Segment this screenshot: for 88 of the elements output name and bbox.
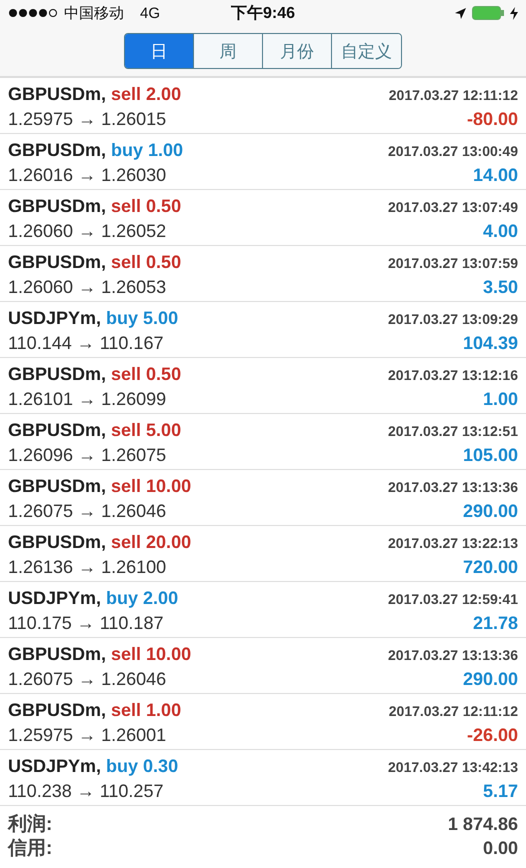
deal-symbol: GBPUSDm, bbox=[8, 84, 106, 104]
deal-prices: 110.238 → 110.257 bbox=[8, 781, 164, 802]
deal-row[interactable]: GBPUSDm, sell 10.00 2017.03.27 13:13:36 1.26075 → 1.26046 290.00 bbox=[0, 470, 526, 526]
deal-prices: 110.144 → 110.167 bbox=[8, 333, 164, 354]
deal-symbol: USDJPYm, bbox=[8, 588, 102, 608]
deal-time: 2017.03.27 12:59:41 bbox=[388, 591, 518, 607]
deal-prices: 1.26136 → 1.26100 bbox=[8, 557, 166, 578]
deal-row[interactable]: USDJPYm, buy 0.30 2017.03.27 13:42:13 110.238 → 110.257 5.17 bbox=[0, 750, 526, 806]
deal-time: 2017.03.27 12:11:12 bbox=[388, 703, 518, 719]
deal-prices: 1.26075 → 1.26046 bbox=[8, 669, 166, 690]
signal-icon bbox=[8, 8, 58, 18]
summary-label: 信用: bbox=[8, 837, 52, 861]
deal-symbol: GBPUSDm, bbox=[8, 252, 106, 272]
summary-label: 利润: bbox=[8, 812, 52, 837]
deal-order: buy 0.30 bbox=[106, 756, 178, 776]
deal-time: 2017.03.27 13:12:16 bbox=[388, 367, 518, 383]
deal-profit: 21.78 bbox=[472, 613, 518, 634]
deal-row[interactable]: USDJPYm, buy 5.00 2017.03.27 13:09:29 110.144 → 110.167 104.39 bbox=[0, 302, 526, 358]
deal-order: sell 0.50 bbox=[111, 196, 182, 216]
deal-profit: 14.00 bbox=[472, 165, 518, 186]
deal-order: buy 5.00 bbox=[106, 308, 178, 328]
deal-profit: 4.00 bbox=[482, 221, 518, 242]
summary-value: 1 874.86 bbox=[448, 814, 518, 834]
deal-order: sell 0.50 bbox=[111, 252, 182, 272]
deal-profit: 290.00 bbox=[462, 501, 518, 522]
battery-icon bbox=[472, 6, 504, 20]
deal-time: 2017.03.27 13:13:36 bbox=[388, 479, 518, 495]
summary-value: 0.00 bbox=[482, 838, 518, 858]
deal-prices: 1.26060 → 1.26052 bbox=[8, 221, 166, 242]
deal-row[interactable]: GBPUSDm, sell 10.00 2017.03.27 13:13:36 1.26075 → 1.26046 290.00 bbox=[0, 638, 526, 694]
deal-prices: 1.26016 → 1.26030 bbox=[8, 165, 166, 186]
carrier-name: 中国移动 bbox=[64, 4, 124, 22]
deal-row[interactable]: GBPUSDm, sell 0.50 2017.03.27 13:12:16 1.26101 → 1.26099 1.00 bbox=[0, 358, 526, 414]
charging-bolt-icon bbox=[510, 6, 518, 20]
deal-symbol: GBPUSDm, bbox=[8, 476, 106, 496]
deal-symbol: GBPUSDm, bbox=[8, 364, 106, 384]
deal-profit: 3.50 bbox=[482, 277, 518, 298]
deal-time: 2017.03.27 13:00:49 bbox=[388, 143, 518, 159]
deal-order: sell 5.00 bbox=[111, 420, 182, 440]
deal-prices: 1.25975 → 1.26015 bbox=[8, 109, 166, 130]
deal-symbol: USDJPYm, bbox=[8, 308, 102, 328]
deal-row[interactable]: GBPUSDm, sell 5.00 2017.03.27 13:12:51 1.26096 → 1.26075 105.00 bbox=[0, 414, 526, 470]
deal-order: buy 1.00 bbox=[111, 140, 184, 160]
deal-order: sell 2.00 bbox=[111, 84, 182, 104]
deal-time: 2017.03.27 13:13:36 bbox=[388, 647, 518, 663]
deal-time: 2017.03.27 13:22:13 bbox=[388, 535, 518, 551]
network-type: 4G bbox=[140, 4, 160, 22]
deal-profit: 104.39 bbox=[462, 333, 518, 354]
location-arrow-icon bbox=[455, 8, 466, 18]
deal-row[interactable]: GBPUSDm, sell 1.00 2017.03.27 12:11:12 1.25975 → 1.26001 -26.00 bbox=[0, 694, 526, 750]
deal-order: buy 2.00 bbox=[106, 588, 178, 608]
deal-order: sell 10.00 bbox=[111, 476, 192, 496]
deal-time: 2017.03.27 13:07:49 bbox=[388, 199, 518, 215]
deal-order: sell 20.00 bbox=[111, 532, 192, 552]
deal-order: sell 1.00 bbox=[111, 700, 182, 720]
deal-row[interactable]: USDJPYm, buy 2.00 2017.03.27 12:59:41 110.175 → 110.187 21.78 bbox=[0, 582, 526, 638]
deal-time: 2017.03.27 13:07:59 bbox=[388, 255, 518, 271]
deal-symbol: GBPUSDm, bbox=[8, 700, 106, 720]
deal-profit: 5.17 bbox=[482, 781, 518, 802]
period-tab[interactable]: 日 bbox=[125, 34, 194, 68]
deal-row[interactable]: GBPUSDm, buy 1.00 2017.03.27 13:00:49 1.26016 → 1.26030 14.00 bbox=[0, 134, 526, 190]
deal-row[interactable]: GBPUSDm, sell 0.50 2017.03.27 13:07:49 1.26060 → 1.26052 4.00 bbox=[0, 190, 526, 246]
deal-profit: 290.00 bbox=[462, 669, 518, 690]
deal-order: sell 10.00 bbox=[111, 644, 192, 664]
deal-prices: 1.26075 → 1.26046 bbox=[8, 501, 166, 522]
deal-time: 2017.03.27 13:09:29 bbox=[388, 311, 518, 327]
deal-time: 2017.03.27 13:42:13 bbox=[388, 759, 518, 775]
deal-time: 2017.03.27 12:11:12 bbox=[388, 87, 518, 103]
deal-symbol: GBPUSDm, bbox=[8, 140, 106, 160]
deal-profit: 720.00 bbox=[462, 557, 518, 578]
deal-symbol: GBPUSDm, bbox=[8, 420, 106, 440]
deal-profit: -80.00 bbox=[466, 109, 518, 130]
deal-time: 2017.03.27 13:12:51 bbox=[388, 423, 518, 439]
deal-prices: 1.26101 → 1.26099 bbox=[8, 389, 166, 410]
deal-row[interactable]: GBPUSDm, sell 2.00 2017.03.27 12:11:12 1.25975 → 1.26015 -80.00 bbox=[0, 78, 526, 134]
deal-profit: 1.00 bbox=[482, 389, 518, 410]
deal-symbol: GBPUSDm, bbox=[8, 196, 106, 216]
clock-time: 下午9:46 bbox=[230, 4, 296, 24]
deal-symbol: GBPUSDm, bbox=[8, 644, 106, 664]
deal-prices: 110.175 → 110.187 bbox=[8, 613, 164, 634]
deal-order: sell 0.50 bbox=[111, 364, 182, 384]
deal-prices: 1.26060 → 1.26053 bbox=[8, 277, 166, 298]
deal-symbol: USDJPYm, bbox=[8, 756, 102, 776]
deal-symbol: GBPUSDm, bbox=[8, 532, 106, 552]
deal-prices: 1.26096 → 1.26075 bbox=[8, 445, 166, 466]
deal-prices: 1.25975 → 1.26001 bbox=[8, 725, 166, 746]
deal-profit: -26.00 bbox=[466, 725, 518, 746]
deal-profit: 105.00 bbox=[462, 445, 518, 466]
